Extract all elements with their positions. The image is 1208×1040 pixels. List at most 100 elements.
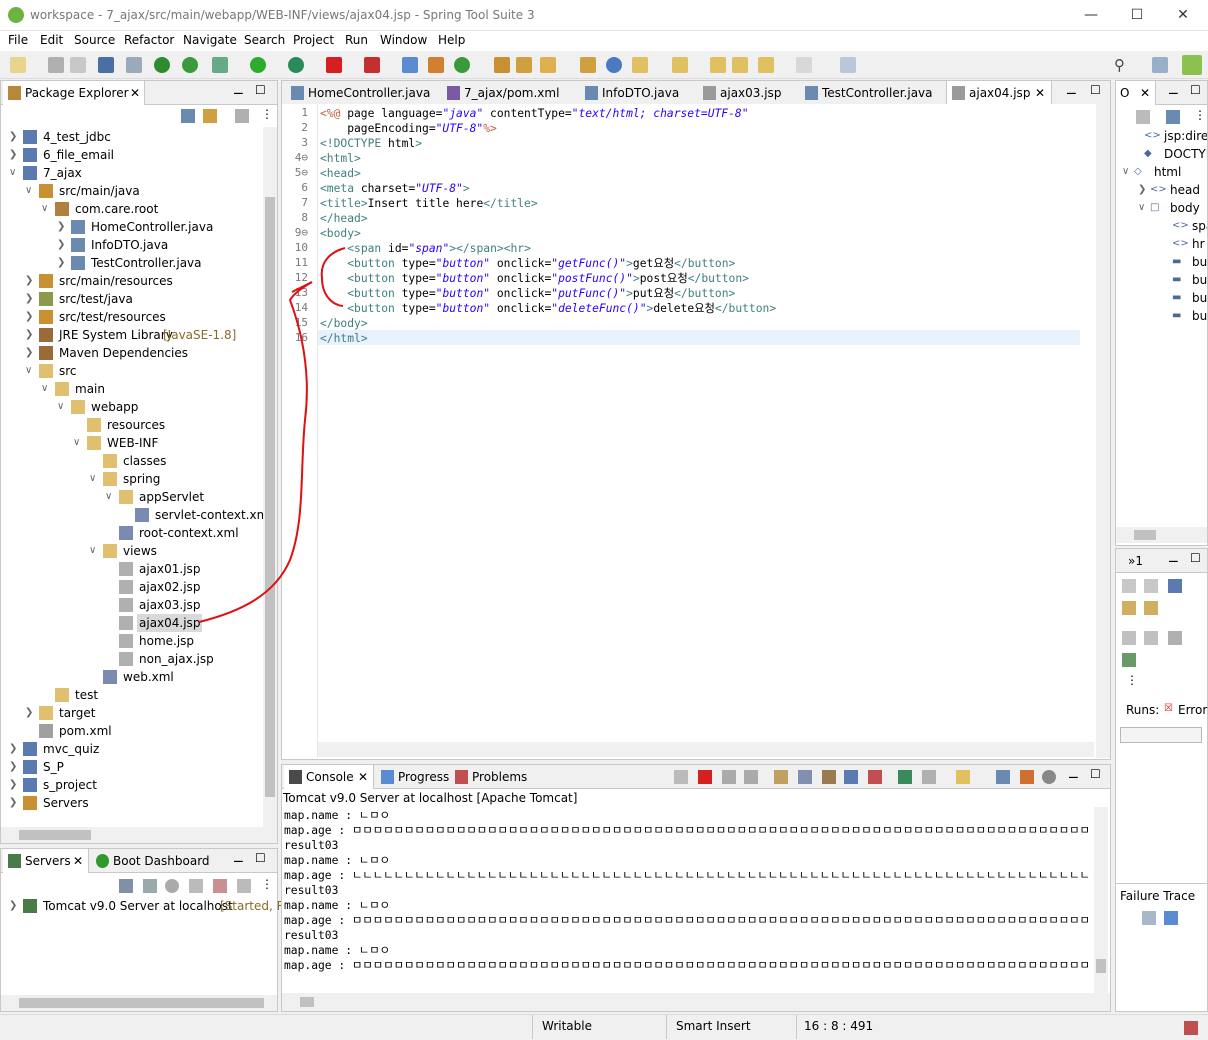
failures-only-icon[interactable] bbox=[1168, 579, 1182, 593]
outline-item[interactable]: ∨ ◇ html bbox=[1116, 163, 1207, 181]
element-icon: ▬ bbox=[1172, 274, 1182, 285]
status-bar: Writable Smart Insert 16 : 8 : 491 bbox=[0, 1014, 1208, 1040]
collapse-all-icon[interactable] bbox=[1136, 110, 1150, 124]
rerun-failed-icon[interactable] bbox=[1144, 631, 1158, 645]
console-line: result03 bbox=[284, 839, 339, 852]
collapse-icon[interactable]: ∨ bbox=[1122, 163, 1132, 181]
element-icon: ◇ bbox=[1134, 166, 1142, 177]
console-scroll-thumb[interactable] bbox=[1096, 959, 1106, 973]
outline-item[interactable]: ▬but bbox=[1116, 253, 1207, 271]
maximize-view-icon[interactable]: ☐ bbox=[1090, 767, 1101, 781]
expand-icon[interactable]: ❯ bbox=[1138, 181, 1148, 199]
rerun-icon[interactable] bbox=[1122, 631, 1136, 645]
terminate-icon[interactable] bbox=[698, 770, 712, 784]
compare-result-icon[interactable] bbox=[1164, 911, 1178, 925]
settings-icon[interactable] bbox=[1042, 770, 1056, 784]
new-console-icon[interactable] bbox=[956, 770, 970, 784]
console-line: map.name : ㄴㅁㅇ bbox=[284, 809, 390, 822]
view-menu-icon[interactable]: ⋮ bbox=[1194, 108, 1206, 122]
junit-divider bbox=[1116, 883, 1207, 884]
outline-horizontal-scrollbar[interactable] bbox=[1116, 527, 1207, 543]
remove-launch-icon[interactable] bbox=[722, 770, 736, 784]
outline-item[interactable]: ▬but bbox=[1116, 289, 1207, 307]
history-icon[interactable] bbox=[1144, 601, 1158, 615]
console-horizontal-scrollbar[interactable] bbox=[282, 993, 1110, 1011]
show-on-error-icon[interactable] bbox=[868, 770, 882, 784]
show-on-output-icon[interactable] bbox=[844, 770, 858, 784]
element-icon: ◆ bbox=[1144, 148, 1152, 159]
open-console-icon[interactable] bbox=[898, 770, 912, 784]
outline-item[interactable]: <> hr bbox=[1116, 235, 1207, 253]
outline-item[interactable]: ▬but bbox=[1116, 271, 1207, 289]
scroll-lock-icon[interactable] bbox=[798, 770, 812, 784]
outline-item[interactable]: <>spa bbox=[1116, 217, 1207, 235]
progress-icon bbox=[381, 770, 394, 784]
scroll-lock-icon[interactable] bbox=[1122, 601, 1136, 615]
console-panel: ⚊ ☐ Console ✕ Progress Problems Tomcat v9.0… bbox=[281, 764, 1111, 1012]
outline-item[interactable]: <>jsp:directi bbox=[1116, 127, 1207, 145]
view-menu-icon[interactable]: ⋮ bbox=[1126, 673, 1138, 687]
element-icon: ▬ bbox=[1172, 310, 1182, 321]
console-tabbar: ⚊ ☐ Console ✕ Progress Problems bbox=[282, 765, 1110, 789]
notification-icon[interactable] bbox=[1184, 1021, 1198, 1035]
console-line: map.age : ㅁㅁㅁㅁㅁㅁㅁㅁㅁㅁㅁㅁㅁㅁㅁㅁㅁㅁㅁㅁㅁㅁㅁㅁㅁㅁㅁㅁㅁㅁ… bbox=[284, 824, 1090, 837]
minimize-view-icon[interactable]: ⚊ bbox=[1168, 83, 1179, 97]
minimize-view-icon[interactable]: ⚊ bbox=[1168, 551, 1179, 565]
element-icon: <> bbox=[1150, 184, 1167, 195]
console-line: map.name : ㄴㅁㅇ bbox=[284, 899, 390, 912]
console-hscroll-thumb[interactable] bbox=[300, 997, 314, 1007]
junit-tabbar: »1 ⚊ ☐ bbox=[1116, 549, 1207, 573]
outline-toolbar: ⋮ bbox=[1116, 107, 1207, 127]
pin-console-icon[interactable] bbox=[674, 770, 688, 784]
ansi-icon[interactable] bbox=[1020, 770, 1034, 784]
console-line: map.age : ㅁㅁㅁㅁㅁㅁㅁㅁㅁㅁㅁㅁㅁㅁㅁㅁㅁㅁㅁㅁㅁㅁㅁㅁㅁㅁㅁㅁㅁㅁ… bbox=[284, 914, 1090, 927]
element-icon: ▬ bbox=[1172, 292, 1182, 303]
test-history-icon[interactable] bbox=[1122, 653, 1136, 667]
annotation-brace bbox=[320, 247, 346, 307]
maximize-view-icon[interactable]: ☐ bbox=[1190, 551, 1201, 565]
collapse-icon[interactable]: ∨ bbox=[1138, 199, 1148, 217]
outline-item[interactable]: ◆DOCTYPE bbox=[1116, 145, 1207, 163]
close-icon[interactable]: ✕ bbox=[1140, 81, 1150, 105]
tab-more-views[interactable]: »1 bbox=[1120, 549, 1143, 573]
tab-progress[interactable]: Progress bbox=[376, 765, 449, 789]
tab-problems[interactable]: Problems bbox=[450, 765, 530, 789]
outline-tree: <>jsp:directi◆DOCTYPE∨◇html❯<>head∨□body… bbox=[1116, 127, 1207, 527]
outline-hscroll-thumb[interactable] bbox=[1134, 530, 1156, 540]
link-editor-icon[interactable] bbox=[1166, 110, 1180, 124]
outline-panel: O ✕ ⚊ ☐ ⋮ <>jsp:directi◆DOCTYPE∨◇html❯<>… bbox=[1115, 80, 1208, 546]
problems-icon bbox=[455, 770, 468, 784]
display-console-icon[interactable] bbox=[922, 770, 936, 784]
console-output[interactable]: map.name : ㄴㅁㅇ map.age : ㅁㅁㅁㅁㅁㅁㅁㅁㅁㅁㅁㅁㅁㅁㅁㅁ… bbox=[282, 807, 1094, 993]
minimize-view-icon[interactable]: ⚊ bbox=[1068, 767, 1079, 781]
stop-junit-icon[interactable] bbox=[1168, 631, 1182, 645]
console-line: result03 bbox=[284, 929, 339, 942]
filter-stack-icon[interactable] bbox=[1142, 911, 1156, 925]
element-icon: <> bbox=[1172, 220, 1189, 231]
console-line: map.age : ㅁㅁㅁㅁㅁㅁㅁㅁㅁㅁㅁㅁㅁㅁㅁㅁㅁㅁㅁㅁㅁㅁㅁㅁㅁㅁㅁㅁㅁㅁ… bbox=[284, 959, 1090, 972]
outline-item[interactable]: ∨ □ body bbox=[1116, 199, 1207, 217]
outline-item[interactable]: ▬but bbox=[1116, 307, 1207, 325]
console-header: Tomcat v9.0 Server at localhost [Apache … bbox=[282, 789, 1110, 807]
element-icon: ▬ bbox=[1172, 256, 1182, 267]
copy-icon[interactable] bbox=[996, 770, 1010, 784]
maximize-view-icon[interactable]: ☐ bbox=[1190, 83, 1201, 97]
element-icon: <> bbox=[1144, 130, 1161, 141]
close-icon[interactable]: ✕ bbox=[358, 765, 368, 789]
tab-console[interactable]: Console ✕ bbox=[284, 765, 374, 789]
junit-progress-bar bbox=[1120, 727, 1202, 743]
junit-panel: »1 ⚊ ☐ ⋮ Runs: ☒ Error Failure Trace bbox=[1115, 548, 1208, 1012]
tab-outline[interactable]: O ✕ bbox=[1116, 81, 1156, 105]
console-line: result03 bbox=[284, 884, 339, 897]
remove-all-icon[interactable] bbox=[744, 770, 758, 784]
word-wrap-icon[interactable] bbox=[822, 770, 836, 784]
cursor-position-status: 16 : 8 : 491 bbox=[804, 1019, 874, 1033]
next-failure-icon[interactable] bbox=[1122, 579, 1136, 593]
outline-item[interactable]: ❯ <> head bbox=[1116, 181, 1207, 199]
clear-console-icon[interactable] bbox=[774, 770, 788, 784]
console-line: map.age : ㄴㄴㄴㄴㄴㄴㄴㄴㄴㄴㄴㄴㄴㄴㄴㄴㄴㄴㄴㄴㄴㄴㄴㄴㄴㄴㄴㄴㄴㄴ… bbox=[284, 869, 1090, 882]
previous-failure-icon[interactable] bbox=[1144, 579, 1158, 593]
insert-mode-status: Smart Insert bbox=[676, 1019, 751, 1033]
console-vertical-scrollbar[interactable] bbox=[1094, 807, 1108, 993]
element-icon: <> bbox=[1172, 238, 1189, 249]
